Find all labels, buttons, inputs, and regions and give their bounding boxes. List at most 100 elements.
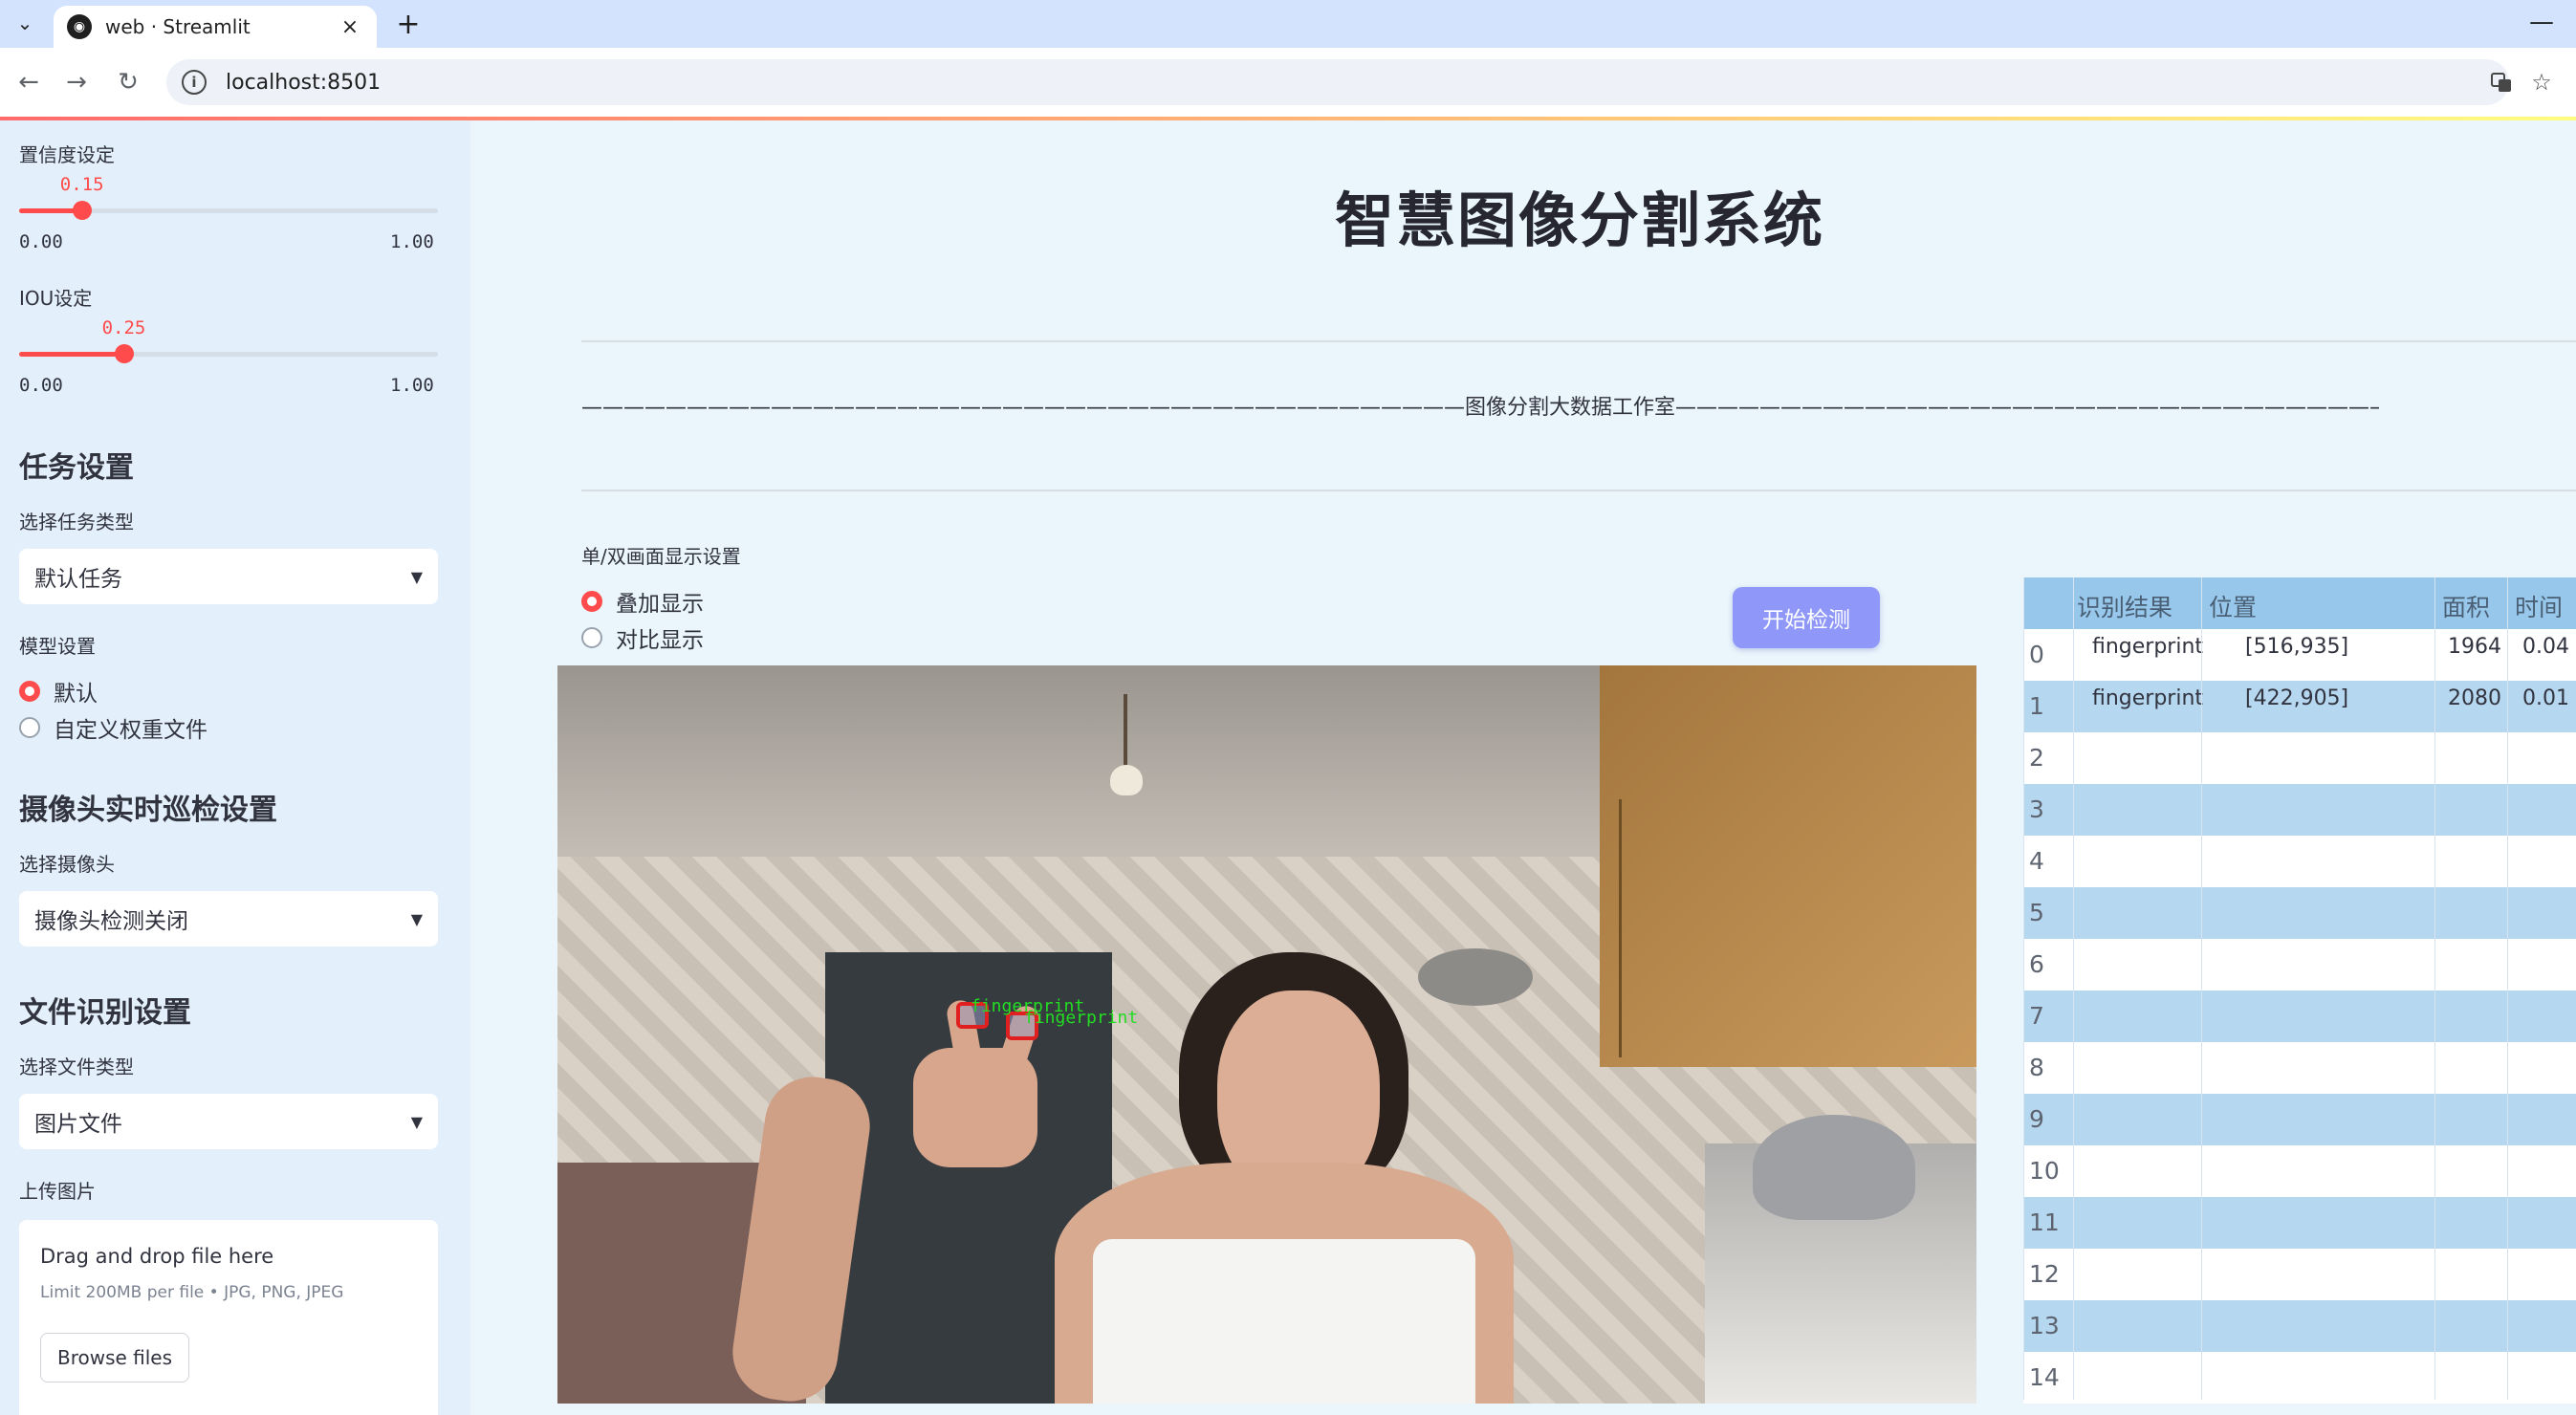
camera-heading: 摄像头实时巡检设置 [19, 794, 277, 827]
confidence-slider[interactable] [19, 201, 438, 220]
row-index: 4 [2029, 847, 2044, 875]
table-row[interactable]: 5 [2023, 887, 2576, 939]
task-type-select[interactable]: 默认任务 ▼ [19, 549, 438, 604]
table-row[interactable]: 6 [2023, 939, 2576, 990]
star-icon[interactable]: ☆ [2526, 67, 2557, 98]
row-index: 11 [2029, 1208, 2060, 1236]
new-tab-button[interactable]: + [392, 8, 425, 41]
table-row[interactable]: 1 fingerprint [422,905] 2080 0.01 [2023, 681, 2576, 732]
model-option-custom[interactable]: 自定义权重文件 [19, 711, 207, 744]
display-option-label: 对比显示 [616, 628, 704, 653]
iou-slider-fill [19, 352, 124, 357]
display-option-overlay[interactable]: 叠加显示 [581, 585, 704, 618]
page-title: 智慧图像分割系统 [1334, 185, 1824, 255]
iou-slider-thumb[interactable] [114, 344, 134, 363]
header-position[interactable]: 位置 [2209, 589, 2257, 623]
radio-icon[interactable] [581, 627, 602, 648]
table-column-divider [2434, 577, 2435, 1400]
row-index: 6 [2029, 950, 2044, 978]
table-row[interactable]: 10 [2023, 1145, 2576, 1197]
browser-tab[interactable]: ◉ web · Streamlit × [54, 6, 377, 48]
sidebar: 置信度设定 0.15 0.00 1.00 IOU设定 0.25 0.00 1.0… [0, 120, 470, 1415]
file-type-select[interactable]: 图片文件 ▼ [19, 1094, 438, 1149]
back-arrow-icon[interactable]: ← [11, 65, 46, 99]
table-row[interactable]: 3 [2023, 784, 2576, 836]
row-index: 10 [2029, 1157, 2060, 1185]
confidence-value: 0.15 [59, 174, 104, 195]
iou-slider[interactable] [19, 344, 438, 363]
table-column-divider [2023, 577, 2024, 1400]
main-content: 智慧图像分割系统 ———————————————————————————————… [470, 120, 2576, 1415]
row-index: 8 [2029, 1054, 2044, 1081]
table-header: 识别结果 位置 面积 时间 [2023, 577, 2576, 629]
iou-min: 0.00 [19, 375, 63, 396]
camera-select[interactable]: 摄像头检测关闭 ▼ [19, 891, 438, 947]
cell-result: fingerprint [2092, 635, 2204, 659]
confidence-label: 置信度设定 [19, 143, 115, 166]
confidence-max: 1.00 [390, 231, 434, 252]
table-row[interactable]: 13 [2023, 1300, 2576, 1352]
person-shirt [1093, 1239, 1475, 1404]
table-row[interactable]: 8 [2023, 1042, 2576, 1094]
upload-title: Drag and drop file here [40, 1245, 274, 1268]
radio-selected-icon[interactable] [19, 681, 40, 702]
start-detection-button[interactable]: 开始检测 [1733, 587, 1880, 648]
radio-selected-icon[interactable] [581, 591, 602, 612]
browser-tab-bar: ⌄ ◉ web · Streamlit × + — [0, 0, 2576, 48]
close-icon[interactable]: × [337, 15, 363, 39]
cell-position: [422,905] [2245, 686, 2349, 710]
radio-icon[interactable] [19, 717, 40, 738]
forward-arrow-icon[interactable]: → [59, 65, 94, 99]
iou-label: IOU设定 [19, 287, 93, 310]
table-row[interactable]: 0 fingerprint [516,935] 1964 0.04 [2023, 629, 2576, 681]
chevron-down-icon[interactable]: ⌄ [10, 8, 40, 38]
table-row[interactable]: 9 [2023, 1094, 2576, 1145]
iou-max: 1.00 [390, 375, 434, 396]
row-index: 0 [2029, 641, 2044, 668]
table-row[interactable]: 4 [2023, 836, 2576, 887]
wall-clock [1418, 948, 1533, 1006]
row-index: 1 [2029, 692, 2044, 720]
reload-icon[interactable]: ↻ [111, 65, 145, 99]
model-option-label: 自定义权重文件 [54, 718, 207, 743]
divider [581, 490, 2576, 491]
confidence-min: 0.00 [19, 231, 63, 252]
header-area[interactable]: 面积 [2442, 589, 2490, 623]
url-text: localhost:8501 [226, 70, 382, 95]
translate-icon[interactable] [2486, 67, 2517, 98]
table-row[interactable]: 7 [2023, 990, 2576, 1042]
address-bar: ← → ↻ i localhost:8501 ☆ [0, 48, 2576, 117]
caret-down-icon: ▼ [410, 1112, 423, 1131]
table-column-divider [2201, 577, 2202, 1400]
upload-label: 上传图片 [19, 1180, 96, 1203]
table-row[interactable]: 11 [2023, 1197, 2576, 1249]
display-mode-label: 单/双画面显示设置 [581, 545, 741, 568]
caret-down-icon: ▼ [410, 567, 423, 586]
table-row[interactable]: 12 [2023, 1249, 2576, 1300]
display-option-compare[interactable]: 对比显示 [581, 621, 704, 654]
header-result[interactable]: 识别结果 [2077, 589, 2172, 623]
confidence-slider-thumb[interactable] [72, 201, 92, 220]
browse-files-button[interactable]: Browse files [40, 1333, 189, 1382]
detection-label: fingerprint [1024, 1008, 1139, 1028]
cell-time: 0.01 [2522, 686, 2569, 710]
table-column-divider [2073, 577, 2074, 1400]
table-row[interactable]: 14 [2023, 1352, 2576, 1404]
model-option-default[interactable]: 默认 [19, 675, 98, 708]
streamlit-favicon: ◉ [67, 14, 92, 39]
row-index: 14 [2029, 1363, 2060, 1391]
camera-label: 选择摄像头 [19, 853, 115, 876]
file-uploader[interactable]: Drag and drop file here Limit 200MB per … [19, 1220, 438, 1415]
url-field[interactable]: i localhost:8501 [166, 59, 2509, 105]
display-option-label: 叠加显示 [616, 592, 704, 617]
header-time[interactable]: 时间 [2515, 589, 2563, 623]
minimize-button[interactable]: — [2524, 8, 2559, 40]
task-heading: 任务设置 [19, 451, 134, 485]
upload-limit: Limit 200MB per file • JPG, PNG, JPEG [40, 1283, 344, 1302]
info-icon[interactable]: i [182, 70, 207, 95]
model-label: 模型设置 [19, 635, 96, 658]
row-index: 5 [2029, 899, 2044, 926]
table-row[interactable]: 2 [2023, 732, 2576, 784]
row-index: 12 [2029, 1260, 2060, 1288]
row-index: 13 [2029, 1312, 2060, 1339]
